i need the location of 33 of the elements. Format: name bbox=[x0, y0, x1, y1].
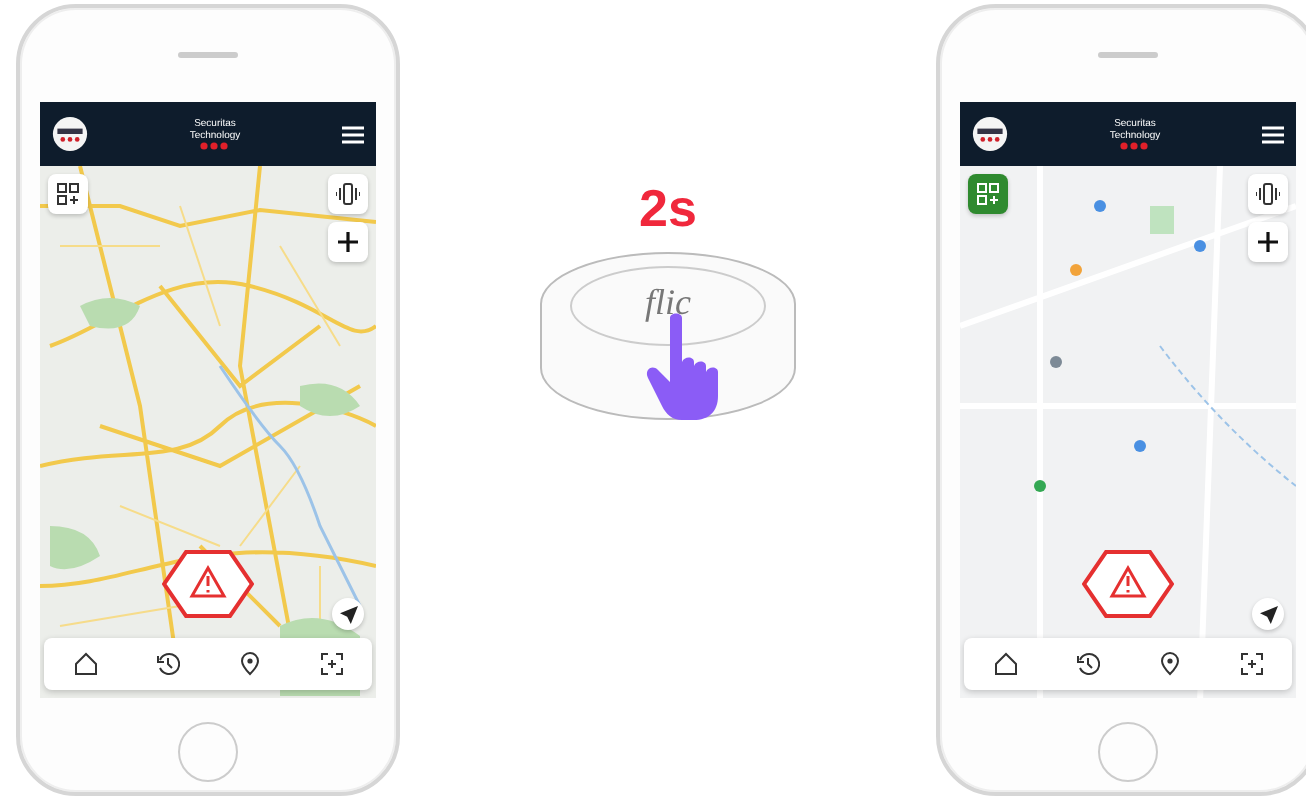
location-pin-icon[interactable] bbox=[1157, 652, 1181, 676]
history-icon[interactable] bbox=[1075, 652, 1099, 676]
navigation-arrow-icon bbox=[339, 605, 357, 623]
hold-time-label: 2s bbox=[639, 180, 697, 236]
location-pin-icon[interactable] bbox=[237, 652, 261, 676]
zoom-in-button[interactable] bbox=[1248, 222, 1288, 262]
brand-dots-icon bbox=[200, 142, 229, 150]
logo-icon bbox=[972, 116, 1008, 152]
plus-icon bbox=[1258, 232, 1278, 252]
alert-button[interactable] bbox=[1082, 550, 1174, 618]
add-widget-button[interactable] bbox=[48, 174, 88, 214]
warning-hexagon-icon bbox=[1082, 550, 1174, 618]
menu-icon[interactable] bbox=[341, 125, 364, 143]
history-icon[interactable] bbox=[155, 652, 179, 676]
logo-icon bbox=[52, 116, 88, 152]
home-icon[interactable] bbox=[993, 652, 1017, 676]
add-grid-icon bbox=[56, 182, 80, 206]
add-grid-icon bbox=[976, 182, 1000, 206]
menu-icon[interactable] bbox=[1261, 125, 1284, 143]
brand-dots-icon bbox=[1120, 142, 1149, 150]
warning-hexagon-icon bbox=[162, 550, 254, 618]
zoom-in-button[interactable] bbox=[328, 222, 368, 262]
plus-icon bbox=[338, 232, 358, 252]
scan-icon[interactable] bbox=[319, 652, 343, 676]
device-logo: flic bbox=[645, 282, 691, 324]
alert-button[interactable] bbox=[162, 550, 254, 618]
scan-icon[interactable] bbox=[1239, 652, 1263, 676]
navigation-arrow-icon bbox=[1259, 605, 1277, 623]
home-icon[interactable] bbox=[73, 652, 97, 676]
vibrate-button[interactable] bbox=[328, 174, 368, 214]
vibrate-button[interactable] bbox=[1248, 174, 1288, 214]
vibrate-icon bbox=[336, 182, 360, 206]
vibrate-icon bbox=[1256, 182, 1280, 206]
